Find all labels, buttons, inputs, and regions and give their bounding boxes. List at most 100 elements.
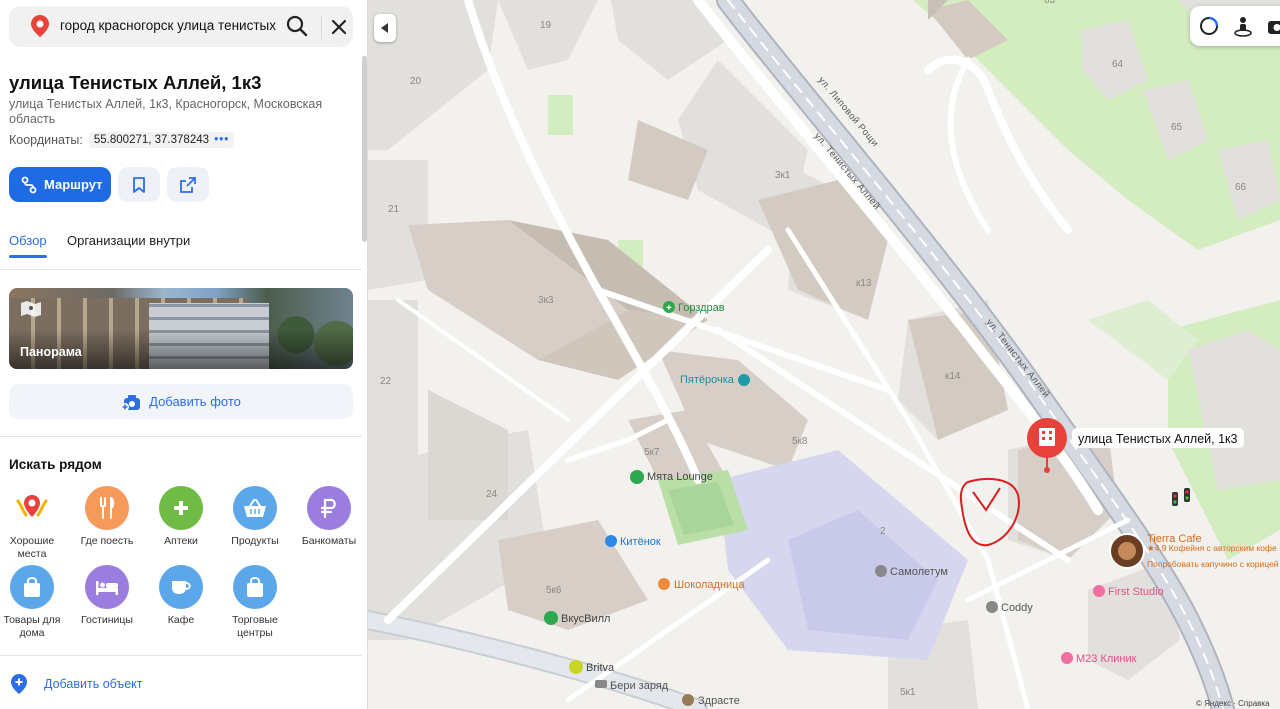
- nearby-label: Торговые центры: [232, 614, 278, 639]
- place-sidebar: город красногорск улица тенистых а улица…: [0, 0, 368, 709]
- nearby-label: Аптеки: [164, 535, 198, 547]
- nearby-label: Товары для дома: [3, 614, 61, 639]
- coffee-cup-icon: [159, 565, 203, 609]
- mall-bag-icon: [233, 565, 277, 609]
- poi-vkusvill[interactable]: ВкусВилл: [544, 611, 610, 625]
- bldg-num: к13: [856, 278, 872, 289]
- bldg-num: 20: [410, 76, 422, 87]
- bldg-num: 5к7: [644, 447, 660, 458]
- bed-icon: [85, 565, 129, 609]
- svg-text:★4.9 Кофейня с авторским кофе: ★4.9 Кофейня с авторским кофе: [1147, 543, 1277, 553]
- poi-kitenok[interactable]: Китёнок: [605, 535, 661, 548]
- svg-text:Шоколадница: Шоколадница: [674, 579, 745, 591]
- svg-text:Здрасте: Здрасте: [698, 695, 740, 707]
- panorama-icon: [21, 301, 41, 317]
- nearby-cafes[interactable]: Кафе: [144, 565, 218, 627]
- fork-knife-icon: [85, 486, 129, 530]
- bldg-num: 22: [380, 376, 392, 387]
- active-tab-indicator: [9, 255, 47, 258]
- share-button[interactable]: [167, 167, 209, 202]
- poi-coddy[interactable]: Coddy: [986, 601, 1033, 614]
- svg-text:Самолетум: Самолетум: [890, 566, 948, 578]
- svg-text:Попробовать капучино с корицей: Попробовать капучино с корицей: [1147, 559, 1279, 569]
- svg-text:ВкусВилл: ВкусВилл: [561, 613, 610, 625]
- coordinates-value[interactable]: 55.800271, 37.378243 •••: [88, 132, 235, 148]
- svg-text:Бери заряд: Бери заряд: [610, 680, 669, 692]
- nearby-malls[interactable]: Торговые центры: [218, 565, 292, 639]
- map-canvas[interactable]: 19 20 21 22 24 3к1 3к3 к13 к14 5к7 5к8 5…: [358, 0, 1280, 709]
- nearby-atms[interactable]: Банкоматы: [292, 486, 366, 548]
- search-input[interactable]: город красногорск улица тенистых а: [60, 18, 278, 33]
- panorama-preview[interactable]: Панорама: [9, 288, 353, 369]
- coordinates-row: Координаты: 55.800271, 37.378243 •••: [9, 132, 235, 148]
- tab-overview[interactable]: Обзор: [9, 233, 47, 248]
- route-button[interactable]: Маршрут: [9, 167, 111, 202]
- place-tabs: Обзор Организации внутри: [0, 226, 362, 270]
- bldg-num: 5к8: [792, 436, 808, 447]
- section-divider: [0, 655, 362, 656]
- nearby-pharmacies[interactable]: Аптеки: [144, 486, 218, 548]
- share-icon: [180, 176, 196, 193]
- nearby-label: Хорошие места: [9, 535, 55, 560]
- bldg-num: 19: [540, 20, 552, 31]
- more-dots-icon[interactable]: •••: [214, 134, 229, 146]
- add-location-icon: [11, 674, 27, 694]
- add-photo-label: Добавить фото: [149, 394, 241, 409]
- route-label: Маршрут: [44, 177, 103, 192]
- search-icon[interactable]: [286, 15, 308, 37]
- add-photo-button[interactable]: Добавить фото: [9, 384, 353, 419]
- chevron-left-icon: [381, 23, 388, 33]
- building-icon: [1039, 428, 1055, 446]
- sidebar-scrollbar[interactable]: [362, 56, 367, 242]
- yandex-maps-app: 19 20 21 22 24 3к1 3к3 к13 к14 5к7 5к8 5…: [0, 0, 1280, 709]
- bldg-num: 5к6: [546, 585, 562, 596]
- camera-icon[interactable]: [1266, 15, 1280, 37]
- location-pin-icon: [31, 15, 49, 37]
- collapse-panel-button[interactable]: [374, 14, 396, 42]
- bldg-num: 65: [1171, 122, 1183, 133]
- section-divider: [0, 436, 362, 437]
- panorama-man-icon[interactable]: [1232, 15, 1254, 37]
- poi-zdraste[interactable]: Здрасте: [682, 694, 740, 707]
- svg-text:Мята Lounge: Мята Lounge: [647, 471, 713, 483]
- route-icon: [21, 176, 37, 193]
- add-photo-icon: [121, 394, 141, 411]
- bookmark-button[interactable]: [118, 167, 160, 202]
- svg-text:Coddy: Coddy: [1001, 602, 1033, 614]
- nearby-hotels[interactable]: Гостиницы: [70, 565, 144, 627]
- ruble-icon: [307, 486, 351, 530]
- nearby-home-goods[interactable]: Товары для дома: [0, 565, 69, 639]
- nearby-label: Где поесть: [80, 535, 134, 547]
- svg-text:First Studio: First Studio: [1108, 586, 1164, 598]
- add-object-button[interactable]: Добавить объект: [9, 673, 143, 695]
- bldg-num: 21: [388, 204, 400, 215]
- svg-text:Горздрав: Горздрав: [678, 302, 725, 314]
- map-svg[interactable]: 19 20 21 22 24 3к1 3к3 к13 к14 5к7 5к8 5…: [358, 0, 1280, 709]
- bldg-num: 24: [486, 489, 498, 500]
- svg-text:Китёнок: Китёнок: [620, 536, 661, 548]
- good-places-icon: [10, 486, 54, 530]
- nearby-good-places[interactable]: Хорошие места: [0, 486, 69, 560]
- add-object-label: Добавить объект: [44, 677, 143, 691]
- close-icon[interactable]: [329, 17, 349, 37]
- place-title: улица Тенистых Аллей, 1к3: [9, 72, 262, 93]
- search-bar[interactable]: город красногорск улица тенистых а: [9, 6, 353, 47]
- bldg-num: 64: [1112, 59, 1124, 70]
- svg-text:+: +: [666, 303, 672, 314]
- coordinates-label: Координаты:: [9, 133, 83, 147]
- search-nearby-title: Искать рядом: [9, 457, 102, 472]
- bldg-num: к14: [945, 371, 961, 382]
- poi-britva[interactable]: Britva: [569, 660, 615, 674]
- nearby-label: Гостиницы: [81, 614, 133, 626]
- bldg-num: 2: [880, 526, 886, 537]
- nearby-label: Кафе: [167, 614, 195, 626]
- place-address: улица Тенистых Аллей, 1к3, Красногорск, …: [9, 97, 323, 126]
- panorama-label: Панорама: [20, 345, 82, 359]
- nearby-where-to-eat[interactable]: Где поесть: [70, 486, 144, 548]
- map-attribution[interactable]: © Яндекс · Справка: [1196, 699, 1270, 708]
- tab-organizations-inside[interactable]: Организации внутри: [67, 233, 190, 248]
- map-controls: [1190, 6, 1280, 46]
- layers-icon[interactable]: [1198, 15, 1220, 37]
- nearby-groceries[interactable]: Продукты: [218, 486, 292, 548]
- basket-icon: [233, 486, 277, 530]
